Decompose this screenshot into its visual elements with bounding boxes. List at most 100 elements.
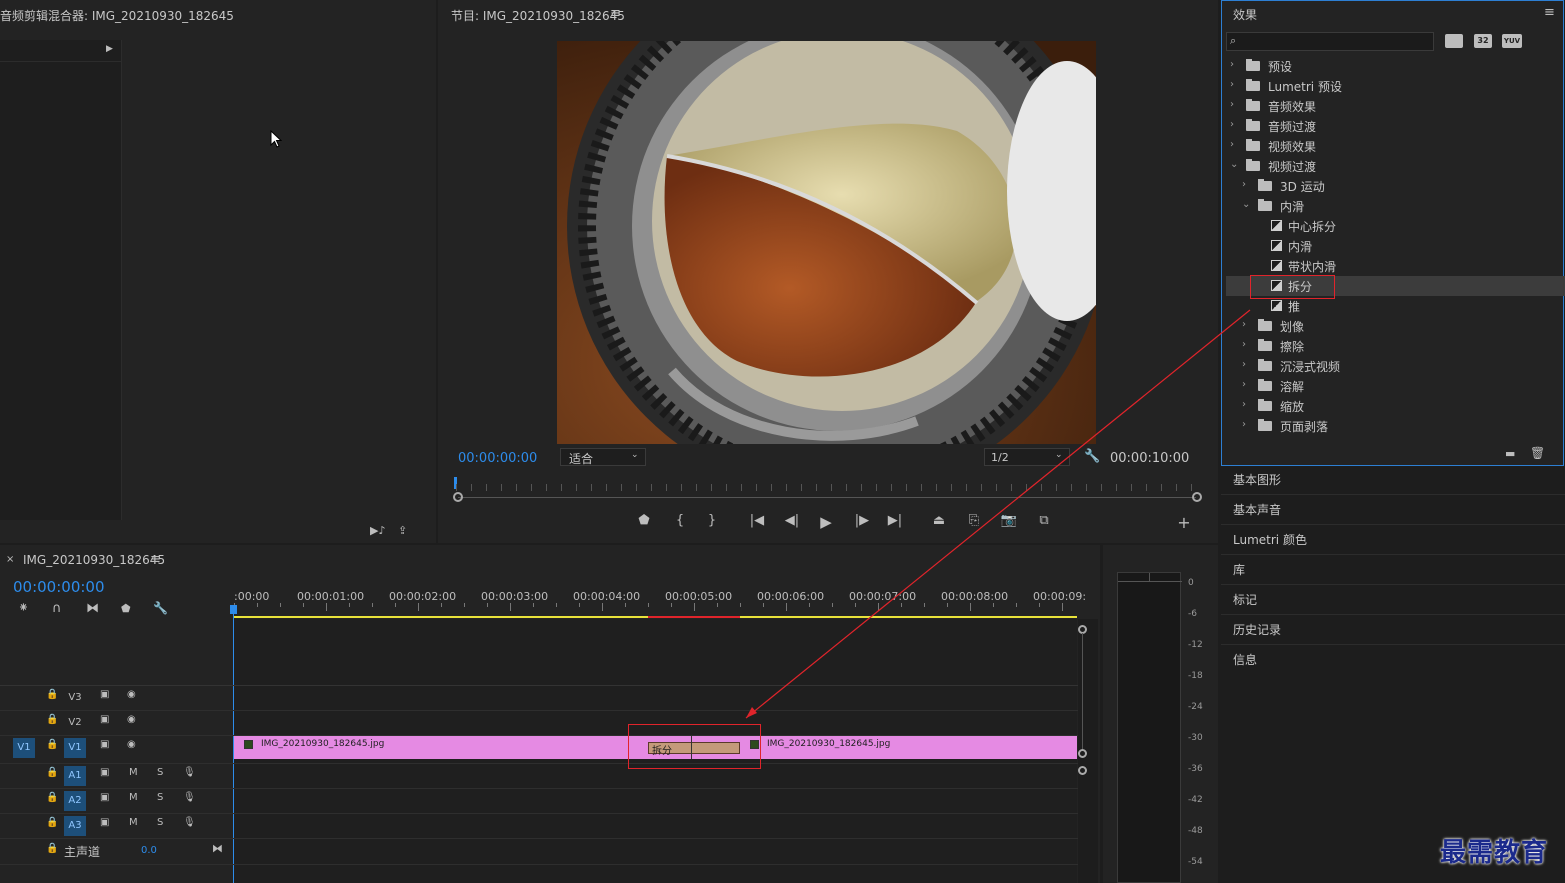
effect-folder[interactable]: › 音频效果 (1226, 96, 1565, 116)
lock-icon[interactable]: 🔒 (46, 792, 58, 803)
comparison-view-icon[interactable]: ⧉ (1035, 513, 1053, 528)
add-marker-icon[interactable]: ⬟ (635, 513, 653, 528)
effect-folder[interactable]: › 预设 (1226, 56, 1565, 76)
go-to-out-icon[interactable]: ▶| (886, 513, 904, 528)
effect-folder[interactable]: › 擦除 (1226, 336, 1565, 356)
sync-lock-icon[interactable]: ▣ (100, 739, 109, 750)
source-patch-v1[interactable]: V1 (13, 738, 35, 758)
wrench-icon[interactable]: 🔧 (1084, 449, 1100, 464)
chevron-right-icon[interactable]: › (1242, 179, 1246, 190)
chevron-right-icon[interactable]: › (1242, 399, 1246, 410)
lock-icon[interactable]: 🔒 (46, 817, 58, 828)
chevron-right-icon[interactable]: › (1230, 79, 1234, 90)
effect-folder[interactable]: › 视频效果 (1226, 136, 1565, 156)
sync-lock-icon[interactable]: ▣ (100, 767, 109, 778)
zoom-handle-right[interactable] (1192, 492, 1202, 502)
microphone-icon[interactable]: 🎙 (183, 792, 196, 803)
master-volume-value[interactable]: 0.0 (141, 845, 157, 856)
chevron-right-icon[interactable]: › (1230, 59, 1234, 70)
extract-icon[interactable]: ⎘ (965, 513, 983, 528)
lock-icon[interactable]: 🔒 (46, 689, 58, 700)
scroll-handle-mid[interactable] (1078, 749, 1087, 758)
effect-folder[interactable]: › Lumetri 预设 (1226, 76, 1565, 96)
panel-lumetri-color[interactable]: Lumetri 颜色 (1233, 531, 1307, 548)
effect-folder[interactable]: › 3D 运动 (1226, 176, 1565, 196)
lift-icon[interactable]: ⏏ (930, 513, 948, 528)
microphone-icon[interactable]: 🎙 (183, 767, 196, 778)
mute-button[interactable]: M (129, 817, 138, 828)
lock-icon[interactable]: 🔒 (46, 714, 58, 725)
chevron-down-icon[interactable]: ⌄ (1242, 199, 1250, 210)
effect-folder[interactable]: › 溶解 (1226, 376, 1565, 396)
settings-wrench-icon[interactable]: 🔧 (153, 601, 168, 615)
effect-item[interactable]: 带状内滑 (1226, 256, 1565, 276)
sync-lock-icon[interactable]: ▣ (100, 714, 109, 725)
close-tab-icon[interactable]: × (6, 554, 14, 565)
eye-icon[interactable]: ◉ (127, 739, 136, 750)
effect-folder[interactable]: ⌄ 内滑 (1226, 196, 1565, 216)
fit-select[interactable]: 适合 ⌄ (560, 448, 646, 466)
solo-button[interactable]: S (157, 817, 163, 828)
lock-icon[interactable]: 🔒 (46, 739, 58, 750)
chevron-right-icon[interactable]: › (1242, 419, 1246, 430)
resolution-select[interactable]: 1/2 ⌄ (984, 448, 1070, 466)
track-label-a2[interactable]: A2 (64, 791, 86, 811)
add-marker-icon[interactable]: ⬟ (121, 602, 131, 615)
effect-item[interactable]: 内滑 (1226, 236, 1565, 256)
sync-lock-icon[interactable]: ▣ (100, 817, 109, 828)
effect-folder[interactable]: › 音频过渡 (1226, 116, 1565, 136)
delete-icon[interactable]: 🗑 (1530, 446, 1545, 460)
nest-icon[interactable]: ⁕ (18, 601, 29, 616)
effect-folder[interactable]: › 划像 (1226, 316, 1565, 336)
export-audio-icon[interactable]: ▶♪ (370, 524, 385, 537)
accelerated-effects-icon[interactable] (1445, 34, 1463, 48)
effect-item[interactable]: 推 (1226, 296, 1565, 316)
share-icon[interactable]: ⇪ (398, 524, 407, 537)
microphone-icon[interactable]: 🎙 (183, 817, 196, 828)
track-label-a3[interactable]: A3 (64, 816, 86, 836)
mute-button[interactable]: M (129, 767, 138, 778)
chevron-right-icon[interactable]: › (1242, 339, 1246, 350)
hamburger-icon[interactable]: ≡ (1544, 5, 1555, 20)
current-timecode[interactable]: 00:00:00:00 (458, 451, 537, 466)
timeline-timecode[interactable]: 00:00:00:00 (13, 578, 105, 596)
add-button-icon[interactable]: + (1175, 513, 1193, 532)
panel-libraries[interactable]: 库 (1233, 561, 1245, 578)
yuv-effects-icon[interactable]: YUV (1502, 34, 1522, 48)
mute-button[interactable]: M (129, 792, 138, 803)
export-frame-icon[interactable]: 📷 (1000, 513, 1018, 528)
panel-essential-sound[interactable]: 基本声音 (1233, 501, 1281, 518)
solo-button[interactable]: S (157, 767, 163, 778)
search-field[interactable] (1245, 33, 1430, 50)
mark-out-icon[interactable]: } (703, 513, 721, 528)
sequence-tab[interactable]: IMG_20210930_182645 (23, 553, 165, 567)
playhead-handle[interactable] (230, 605, 237, 614)
solo-button[interactable]: S (157, 792, 163, 803)
chevron-right-icon[interactable]: › (1230, 139, 1234, 150)
lock-icon[interactable]: 🔒 (46, 843, 58, 854)
chevron-right-icon[interactable]: › (1230, 99, 1234, 110)
chevron-right-icon[interactable]: › (1242, 319, 1246, 330)
new-bin-icon[interactable]: ▬ (1505, 447, 1515, 460)
step-back-icon[interactable]: ◀| (783, 513, 801, 528)
32bit-effects-icon[interactable]: 32 (1474, 34, 1492, 48)
go-to-end-icon[interactable]: ⧓ (212, 842, 223, 855)
mark-in-icon[interactable]: { (671, 513, 689, 528)
scrub-ruler[interactable] (456, 484, 1194, 491)
track-label-a1[interactable]: A1 (64, 766, 86, 786)
panel-history[interactable]: 历史记录 (1233, 621, 1281, 638)
go-to-in-icon[interactable]: |◀ (748, 513, 766, 528)
play-icon[interactable]: ▶ (817, 513, 835, 531)
effect-folder[interactable]: › 页面剥落 (1226, 416, 1565, 436)
chevron-right-icon[interactable]: › (1230, 119, 1234, 130)
zoom-bar[interactable] (458, 497, 1196, 498)
panel-markers[interactable]: 标记 (1233, 591, 1257, 608)
lock-icon[interactable]: 🔒 (46, 767, 58, 778)
chevron-right-icon[interactable]: › (1242, 359, 1246, 370)
chevron-down-icon[interactable]: ⌄ (1230, 159, 1238, 170)
eye-icon[interactable]: ◉ (127, 689, 136, 700)
sync-lock-icon[interactable]: ▣ (100, 792, 109, 803)
track-label-v3[interactable]: V3 (64, 688, 86, 708)
effect-folder[interactable]: ⌄ 视频过渡 (1226, 156, 1565, 176)
sync-lock-icon[interactable]: ▣ (100, 689, 109, 700)
